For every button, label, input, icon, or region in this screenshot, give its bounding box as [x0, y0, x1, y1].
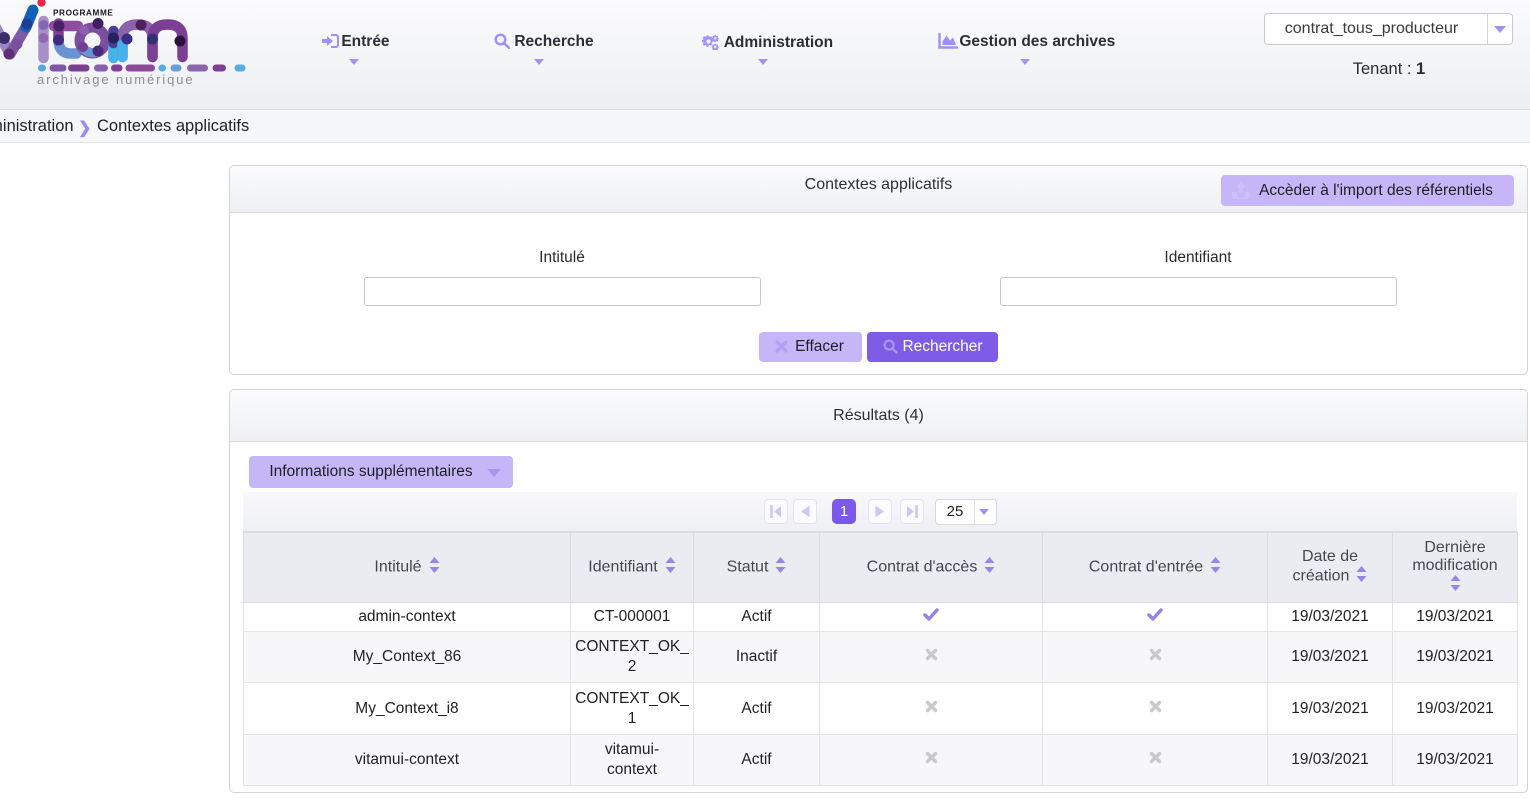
svg-text:PROGRAMME: PROGRAMME: [53, 9, 113, 18]
svg-text:archivage numérique: archivage numérique: [37, 72, 195, 87]
